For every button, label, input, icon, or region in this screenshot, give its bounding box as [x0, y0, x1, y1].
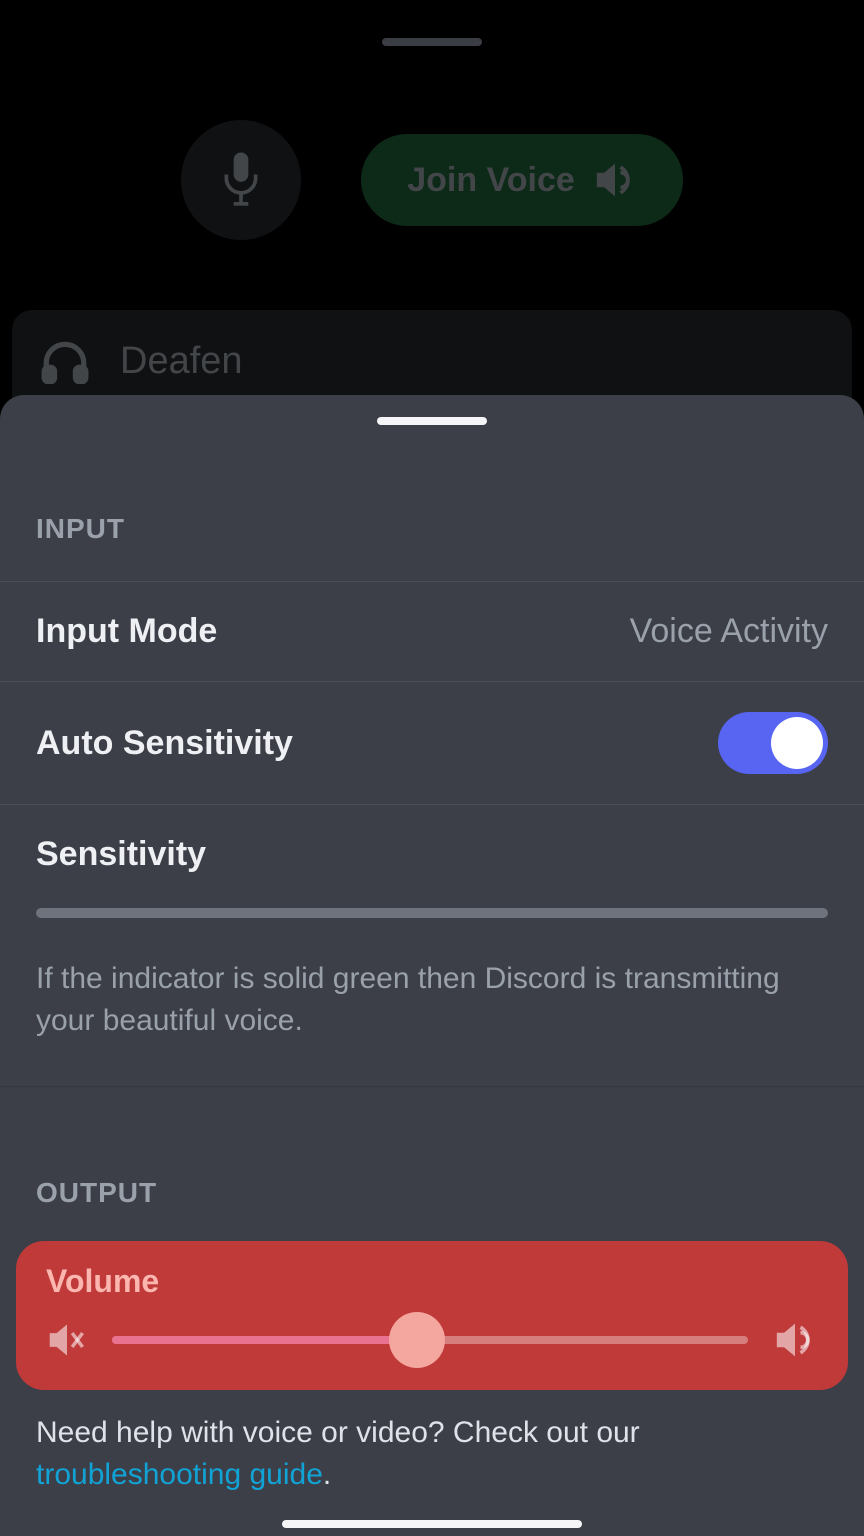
join-voice-button[interactable]: Join Voice [361, 134, 683, 226]
input-mode-row[interactable]: Input Mode Voice Activity [0, 581, 864, 681]
help-text: Need help with voice or video? Check out… [0, 1390, 864, 1496]
volume-card: Volume [16, 1241, 848, 1390]
headphones-icon [40, 338, 90, 384]
sensitivity-label: Sensitivity [36, 835, 828, 874]
speaker-icon [593, 160, 637, 200]
background-voice-panel: Join Voice Deafen [0, 0, 864, 440]
input-mode-value: Voice Activity [630, 612, 828, 651]
sensitivity-row: Sensitivity [0, 804, 864, 928]
auto-sensitivity-toggle[interactable] [718, 712, 828, 774]
sheet-drag-handle[interactable] [377, 417, 487, 425]
mute-button[interactable] [181, 120, 301, 240]
volume-slider-thumb[interactable] [389, 1312, 445, 1368]
help-text-prefix: Need help with voice or video? Check out… [36, 1416, 640, 1449]
volume-slider-fill [112, 1336, 417, 1344]
sensitivity-description: If the indicator is solid green then Dis… [0, 928, 864, 1086]
troubleshooting-guide-link[interactable]: troubleshooting guide [36, 1458, 323, 1491]
volume-label: Volume [46, 1263, 818, 1300]
volume-slider[interactable] [112, 1336, 748, 1344]
microphone-icon [219, 152, 263, 208]
deafen-label: Deafen [120, 340, 243, 383]
auto-sensitivity-row: Auto Sensitivity [0, 681, 864, 804]
speaker-muted-icon [46, 1321, 88, 1359]
voice-settings-sheet: INPUT Input Mode Voice Activity Auto Sen… [0, 395, 864, 1536]
sensitivity-indicator [36, 908, 828, 918]
home-indicator[interactable] [282, 1520, 582, 1528]
auto-sensitivity-label: Auto Sensitivity [36, 724, 293, 763]
input-mode-label: Input Mode [36, 612, 217, 651]
section-divider [0, 1086, 864, 1087]
speaker-loud-icon [772, 1320, 818, 1360]
help-text-suffix: . [323, 1458, 331, 1491]
output-section-header: OUTPUT [0, 1107, 864, 1237]
input-section-header: INPUT [0, 425, 864, 581]
join-voice-label: Join Voice [407, 161, 575, 200]
deafen-row[interactable]: Deafen [40, 338, 824, 384]
